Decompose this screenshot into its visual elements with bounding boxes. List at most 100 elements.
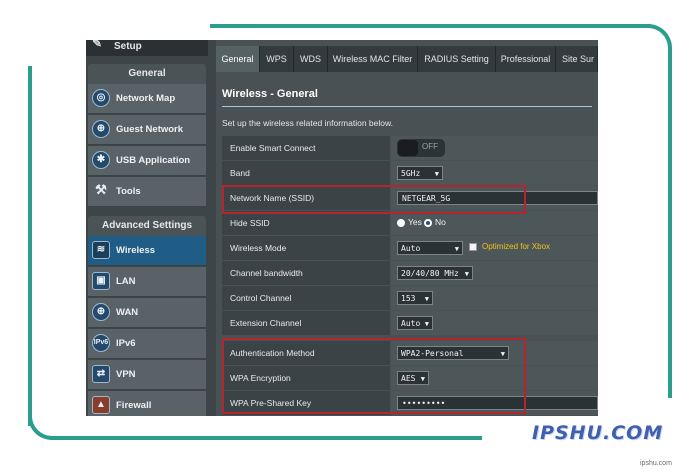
xbox-checkbox[interactable]: [469, 243, 477, 251]
chevron-down-icon: ▼: [424, 295, 429, 303]
globe-icon: ⊕: [92, 120, 110, 138]
chevron-down-icon: ▼: [424, 320, 429, 328]
watermark-logo: IPSHU.COM: [532, 422, 664, 444]
field-label: Band: [222, 161, 390, 185]
frame-bottom-line: [52, 436, 482, 440]
toggle-state-label: OFF: [422, 142, 438, 151]
frame-top-line: [210, 24, 650, 28]
sidebar: ✎ Setup General ◎ Network Map ⊕ Guest Ne…: [86, 40, 208, 416]
sidebar-item-wan[interactable]: ⊕ WAN: [88, 298, 206, 328]
field-label: Channel bandwidth: [222, 261, 390, 285]
form-row-extension-channel: Extension Channel Auto ▼: [222, 311, 598, 336]
tab-wps[interactable]: WPS: [260, 46, 294, 72]
control-channel-select[interactable]: 153 ▼: [397, 291, 433, 305]
page-description: Set up the wireless related information …: [222, 118, 394, 128]
router-admin-screenshot: ✎ Setup General ◎ Network Map ⊕ Guest Ne…: [86, 40, 598, 416]
select-value: 20/40/80 MHz: [401, 269, 459, 278]
ipv6-icon: IPv6: [92, 334, 110, 352]
wan-globe-icon: ⊕: [92, 303, 110, 321]
select-value: 5GHz: [401, 169, 421, 178]
wrench-icon: ✎: [92, 40, 103, 50]
band-select[interactable]: 5GHz ▼: [397, 166, 443, 180]
sidebar-item-label: USB Application: [116, 155, 191, 166]
vpn-icon: ⇄: [92, 365, 110, 383]
sidebar-item-wireless[interactable]: ≋ Wireless: [88, 236, 206, 266]
field-label: Extension Channel: [222, 311, 390, 335]
chevron-down-icon: ▼: [434, 170, 439, 178]
form-row-channel-bandwidth: Channel bandwidth 20/40/80 MHz ▼: [222, 261, 598, 286]
network-map-icon: ◎: [92, 89, 110, 107]
radio-label: Yes: [408, 217, 422, 227]
tab-wireless-mac-filter[interactable]: Wireless MAC Filter: [328, 46, 418, 72]
wireless-mode-select[interactable]: Auto ▼: [397, 241, 463, 255]
field-value-cell: 153 ▼: [391, 286, 598, 310]
xbox-label: Optimized for Xbox: [482, 242, 551, 251]
tab-site-survey[interactable]: Site Sur: [556, 46, 598, 72]
tab-radius-setting[interactable]: RADIUS Setting: [418, 46, 496, 72]
tab-professional[interactable]: Professional: [496, 46, 556, 72]
form-row-smart-connect: Enable Smart Connect OFF: [222, 136, 598, 161]
form-row-control-channel: Control Channel 153 ▼: [222, 286, 598, 311]
tab-bar: General WPS WDS Wireless MAC Filter RADI…: [216, 46, 598, 72]
select-value: 153: [401, 294, 416, 303]
hide-ssid-yes-radio[interactable]: [397, 219, 405, 227]
wifi-icon: ≋: [92, 241, 110, 259]
channel-bandwidth-select[interactable]: 20/40/80 MHz ▼: [397, 266, 473, 280]
chevron-down-icon: ▼: [464, 270, 469, 278]
sidebar-item-firewall[interactable]: ▲ Firewall: [88, 391, 206, 416]
field-value-cell: 5GHz ▼: [391, 161, 598, 185]
frame-right-line: [668, 48, 672, 398]
field-label: Enable Smart Connect: [222, 136, 390, 160]
hide-ssid-no-radio[interactable]: [424, 219, 432, 227]
page-title: Wireless - General: [222, 88, 318, 100]
title-divider: [222, 106, 592, 107]
sidebar-item-ipv6[interactable]: IPv6 IPv6: [88, 329, 206, 359]
chevron-down-icon: ▼: [454, 245, 459, 253]
field-value-cell: Yes No: [391, 211, 598, 235]
sidebar-item-lan[interactable]: ▣ LAN: [88, 267, 206, 297]
tab-wds[interactable]: WDS: [294, 46, 328, 72]
sidebar-item-label: Wireless: [116, 245, 155, 256]
sidebar-header-advanced: Advanced Settings: [88, 216, 206, 236]
sidebar-item-label: Network Map: [116, 93, 176, 104]
sidebar-item-label: Guest Network: [116, 124, 184, 135]
sidebar-item-setup[interactable]: ✎ Setup: [86, 40, 208, 56]
field-value-cell: 20/40/80 MHz ▼: [391, 261, 598, 285]
sidebar-item-vpn[interactable]: ⇄ VPN: [88, 360, 206, 390]
field-label: Control Channel: [222, 286, 390, 310]
sidebar-item-label: IPv6: [116, 338, 136, 349]
firewall-icon: ▲: [92, 396, 110, 414]
site-credit: ipshu.com: [640, 460, 672, 467]
extension-channel-select[interactable]: Auto ▼: [397, 316, 433, 330]
sidebar-item-usb-application[interactable]: ✱ USB Application: [88, 146, 206, 176]
smart-connect-toggle[interactable]: OFF: [397, 139, 445, 157]
form-row-hide-ssid: Hide SSID Yes No: [222, 211, 598, 236]
select-value: Auto: [401, 319, 421, 328]
sidebar-header-general: General: [88, 64, 206, 84]
field-value-cell: Auto ▼ Optimized for Xbox: [391, 236, 598, 260]
toggle-knob: [398, 140, 418, 156]
sidebar-item-label: Setup: [114, 41, 142, 52]
sidebar-item-network-map[interactable]: ◎ Network Map: [88, 84, 206, 114]
frame-left-line: [28, 66, 32, 426]
field-value-cell: OFF: [391, 136, 598, 160]
radio-label: No: [435, 217, 446, 227]
lan-icon: ▣: [92, 272, 110, 290]
tab-general[interactable]: General: [216, 46, 260, 72]
security-highlight-box: [222, 338, 526, 414]
field-label: Wireless Mode: [222, 236, 390, 260]
sidebar-item-label: LAN: [116, 276, 136, 287]
sidebar-item-label: WAN: [116, 307, 139, 318]
sidebar-item-label: VPN: [116, 369, 136, 380]
form-row-wireless-mode: Wireless Mode Auto ▼ Optimized for Xbox: [222, 236, 598, 261]
sidebar-item-guest-network[interactable]: ⊕ Guest Network: [88, 115, 206, 145]
sidebar-item-tools[interactable]: ⚒ Tools: [88, 177, 206, 207]
sidebar-item-label: Firewall: [116, 400, 152, 411]
puzzle-icon: ✱: [92, 151, 110, 169]
select-value: Auto: [401, 244, 421, 253]
main-panel: General WPS WDS Wireless MAC Filter RADI…: [216, 40, 598, 416]
field-value-cell: Auto ▼: [391, 311, 598, 335]
field-label: Hide SSID: [222, 211, 390, 235]
wrench-icon: ⚒: [95, 182, 107, 197]
ssid-highlight-box: [222, 185, 526, 214]
